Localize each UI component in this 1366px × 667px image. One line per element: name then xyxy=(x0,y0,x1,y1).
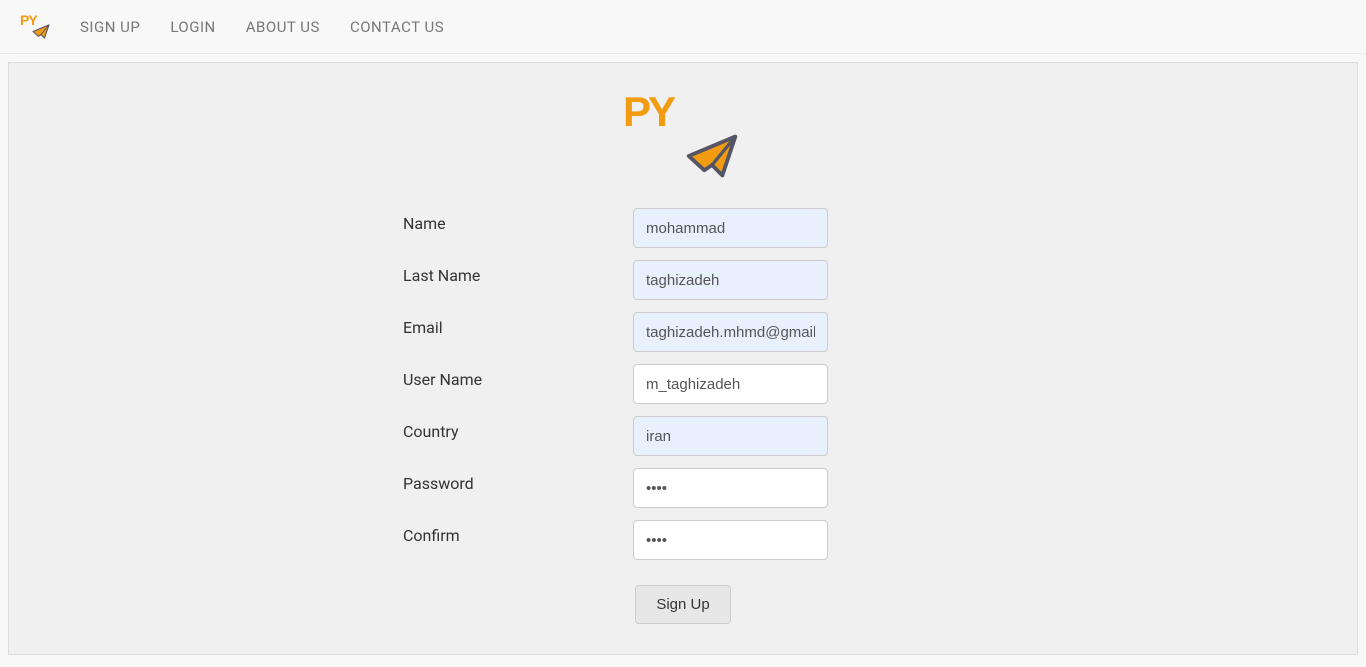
navbar: PY SIGN UP LOGIN ABOUT US CONTACT US xyxy=(0,0,1366,54)
label-country: Country xyxy=(403,416,633,441)
label-password: Password xyxy=(403,468,633,493)
nav-signup[interactable]: SIGN UP xyxy=(80,18,140,36)
country-field[interactable] xyxy=(633,416,828,456)
label-lastname: Last Name xyxy=(403,260,633,285)
label-name: Name xyxy=(403,208,633,233)
password-field[interactable] xyxy=(633,468,828,508)
label-confirm: Confirm xyxy=(403,520,633,545)
nav-about[interactable]: ABOUT US xyxy=(246,18,320,36)
paper-plane-icon xyxy=(32,24,50,39)
name-field[interactable] xyxy=(633,208,828,248)
username-field[interactable] xyxy=(633,364,828,404)
row-email: Email xyxy=(403,312,963,352)
submit-row: Sign Up xyxy=(403,585,963,624)
row-username: User Name xyxy=(403,364,963,404)
py-logo-large: PY xyxy=(623,93,743,178)
signup-panel: PY Name Last Name Email xyxy=(8,62,1358,655)
signup-form: Name Last Name Email User Name Country xyxy=(403,208,963,624)
lastname-field[interactable] xyxy=(633,260,828,300)
row-password: Password xyxy=(403,468,963,508)
nav-contact[interactable]: CONTACT US xyxy=(350,18,444,36)
signup-button[interactable]: Sign Up xyxy=(635,585,730,624)
py-logo-small: PY xyxy=(20,14,50,39)
paper-plane-icon xyxy=(686,134,738,178)
label-username: User Name xyxy=(403,364,633,389)
row-name: Name xyxy=(403,208,963,248)
row-country: Country xyxy=(403,416,963,456)
logo-text-large: PY xyxy=(623,88,673,136)
nav-login[interactable]: LOGIN xyxy=(170,18,215,36)
label-email: Email xyxy=(403,312,633,337)
row-lastname: Last Name xyxy=(403,260,963,300)
email-field[interactable] xyxy=(633,312,828,352)
nav-links: SIGN UP LOGIN ABOUT US CONTACT US xyxy=(80,18,444,36)
confirm-field[interactable] xyxy=(633,520,828,560)
logo-container: PY xyxy=(29,93,1337,178)
brand-logo[interactable]: PY xyxy=(20,14,50,39)
row-confirm: Confirm xyxy=(403,520,963,560)
